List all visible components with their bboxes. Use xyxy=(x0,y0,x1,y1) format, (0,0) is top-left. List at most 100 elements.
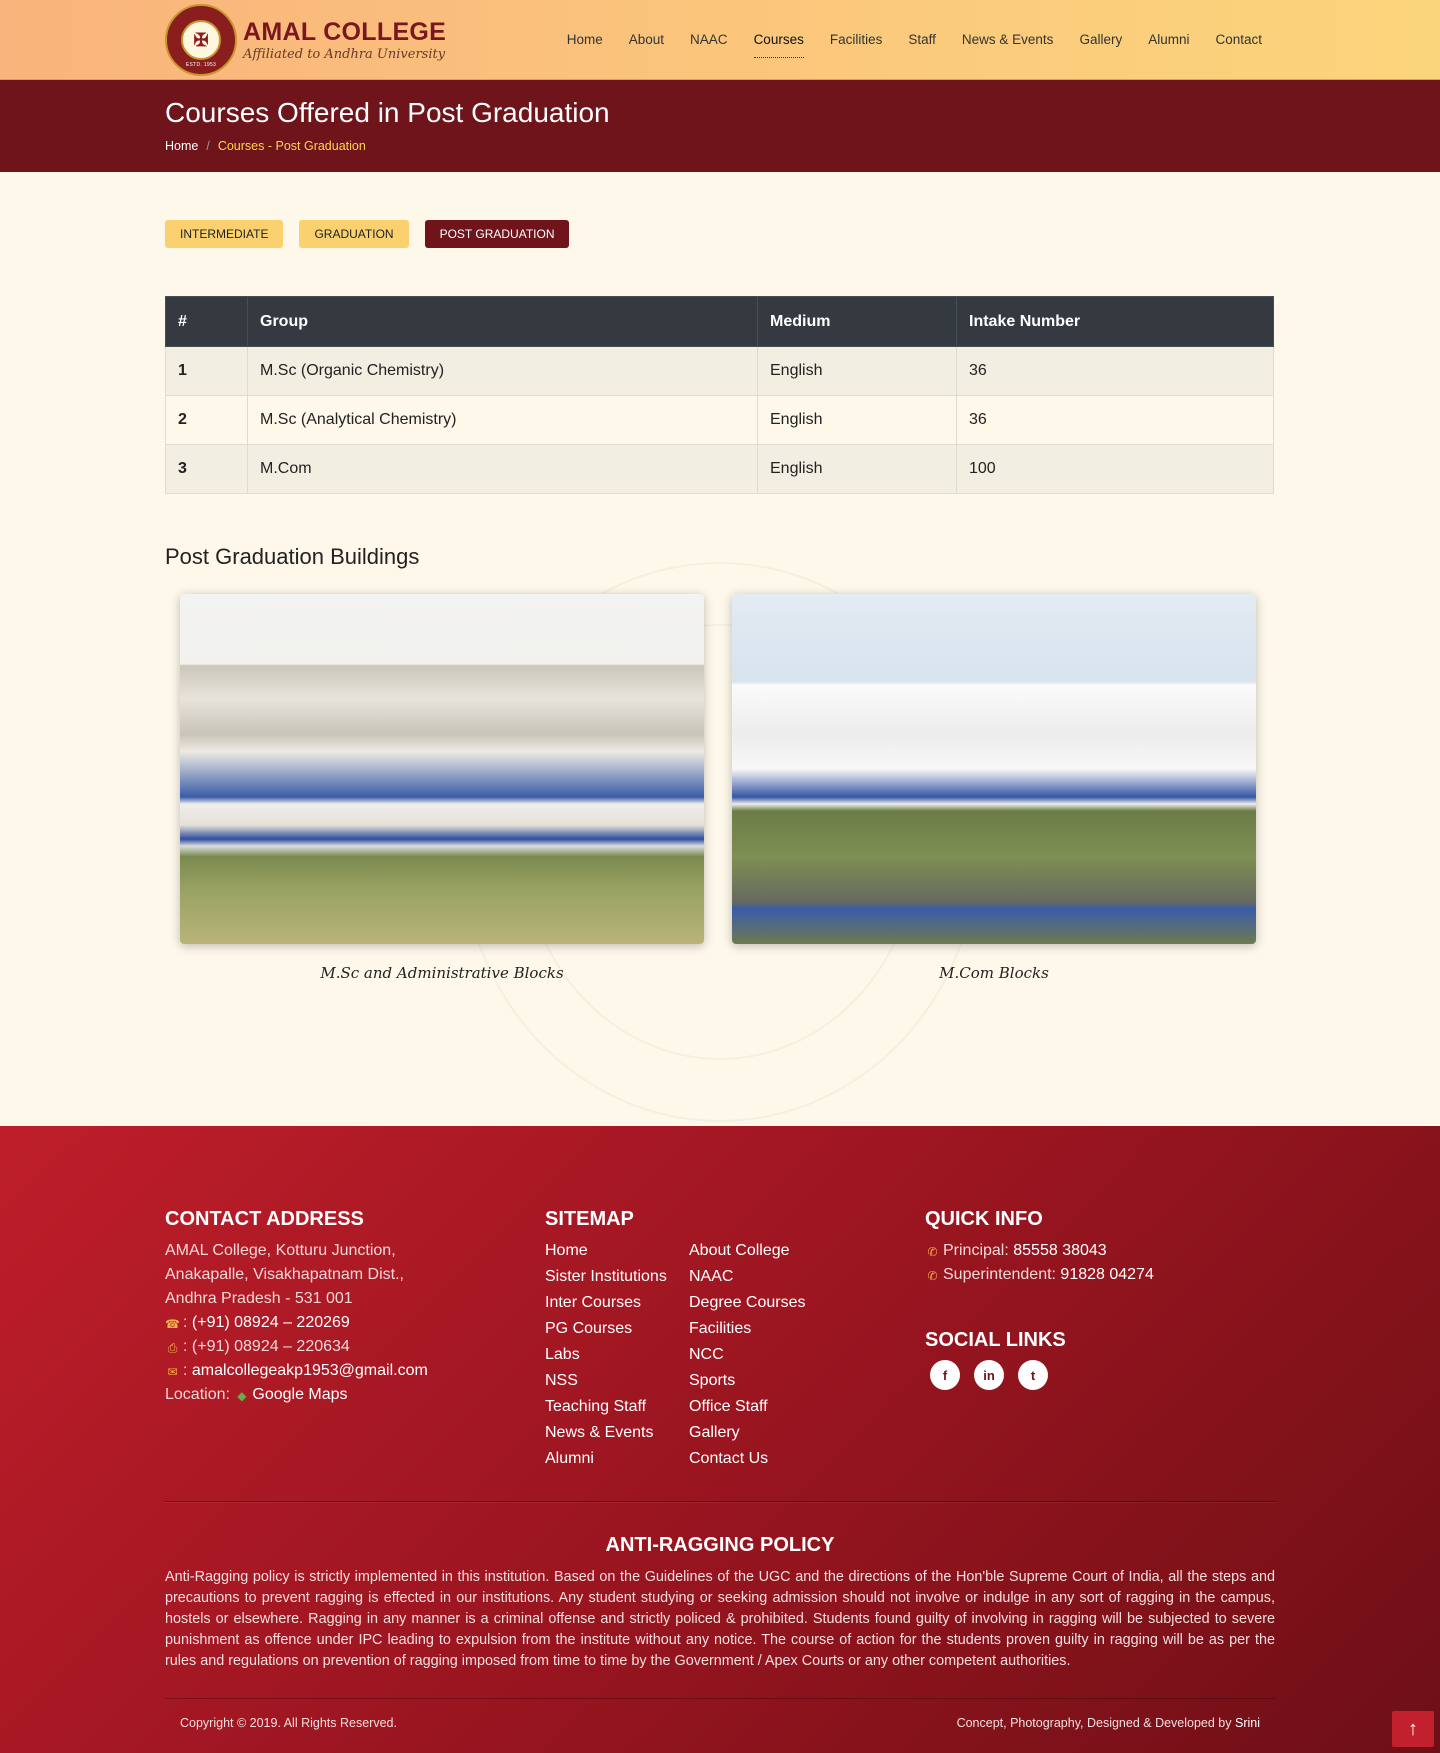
college-logo[interactable]: ✠ ESTD. 1953 xyxy=(165,4,237,76)
column-header-group: Group xyxy=(247,296,758,347)
linkedin-icon[interactable]: in xyxy=(974,1360,1004,1390)
nav-news-events[interactable]: News & Events xyxy=(949,0,1067,80)
buildings-gallery: M.Sc and Administrative Blocks M.Com Blo… xyxy=(165,594,1275,982)
fax-label: : xyxy=(183,1338,192,1355)
cell-number: 2 xyxy=(165,395,248,445)
page-title-bar: Courses Offered in Post Graduation Home … xyxy=(0,80,1440,172)
breadcrumb-home[interactable]: Home xyxy=(165,139,198,153)
anti-ragging-title: ANTI-RAGGING POLICY xyxy=(605,1534,835,1556)
nav-alumni[interactable]: Alumni xyxy=(1135,0,1202,80)
nav-home[interactable]: Home xyxy=(554,0,616,80)
brand[interactable]: ✠ ESTD. 1953 AMAL COLLEGE Affiliated to … xyxy=(165,4,446,76)
cell-number: 1 xyxy=(165,346,248,396)
footer-bottom-bar: Copyright © 2019. All Rights Reserved. C… xyxy=(165,1699,1275,1730)
sitemap-link-pg-courses[interactable]: PG Courses xyxy=(545,1317,689,1341)
twitter-icon[interactable]: t xyxy=(1018,1360,1048,1390)
facebook-icon[interactable]: f xyxy=(930,1360,960,1390)
location-line: Location: ◆ Google Maps xyxy=(165,1383,545,1407)
email-line: ✉: amalcollegeakp1953@gmail.com xyxy=(165,1359,545,1383)
scroll-to-top-button[interactable]: ↑ xyxy=(1392,1711,1434,1747)
photo-caption: M.Sc and Administrative Blocks xyxy=(320,964,564,982)
sitemap-link-sports[interactable]: Sports xyxy=(689,1369,839,1393)
sitemap-link-home[interactable]: Home xyxy=(545,1239,689,1263)
quick-info-title: QUICK INFO xyxy=(925,1208,1043,1230)
sitemap-link-facilities[interactable]: Facilities xyxy=(689,1317,839,1341)
credit-author-link[interactable]: Srini xyxy=(1235,1716,1260,1730)
sitemap-link-labs[interactable]: Labs xyxy=(545,1343,689,1367)
phone-icon: ✆ xyxy=(927,1269,938,1283)
msc-admin-blocks-photo[interactable] xyxy=(180,594,704,944)
cell-group: M.Sc (Analytical Chemistry) xyxy=(247,395,758,445)
sitemap-link-about-college[interactable]: About College xyxy=(689,1239,839,1263)
principal-phone[interactable]: 85558 38043 xyxy=(1013,1242,1106,1259)
superintendent-phone[interactable]: 91828 04274 xyxy=(1060,1266,1153,1283)
breadcrumb-current: Courses - Post Graduation xyxy=(217,139,366,153)
college-name: AMAL COLLEGE xyxy=(243,18,447,46)
table-row: 1 M.Sc (Organic Chemistry) English 36 xyxy=(165,346,1274,396)
location-label: Location: xyxy=(165,1386,235,1403)
cell-number: 3 xyxy=(165,444,248,494)
sitemap-link-office-staff[interactable]: Office Staff xyxy=(689,1395,839,1419)
gallery-item: M.Com Blocks xyxy=(732,594,1256,982)
nav-facilities[interactable]: Facilities xyxy=(817,0,896,80)
sitemap-link-nss[interactable]: NSS xyxy=(545,1369,689,1393)
phone-line: ☎: (+91) 08924 – 220269 xyxy=(165,1311,545,1335)
sitemap-column: SITEMAP Home About College Sister Instit… xyxy=(545,1208,925,1471)
phone-icon: ☎ xyxy=(165,1317,180,1331)
phone-label: : xyxy=(183,1314,192,1331)
google-maps-link[interactable]: Google Maps xyxy=(252,1386,347,1403)
table-row: 3 M.Com English 100 xyxy=(165,444,1274,494)
nav-gallery[interactable]: Gallery xyxy=(1066,0,1135,80)
cell-group: M.Com xyxy=(247,444,758,494)
fax-line: ⎙: (+91) 08924 – 220634 xyxy=(165,1335,545,1359)
phone-number[interactable]: (+91) 08924 – 220269 xyxy=(192,1314,350,1331)
email-link[interactable]: amalcollegeakp1953@gmail.com xyxy=(192,1362,428,1379)
cell-intake: 36 xyxy=(956,346,1274,396)
sitemap-link-inter-courses[interactable]: Inter Courses xyxy=(545,1291,689,1315)
sitemap-link-sister-institutions[interactable]: Sister Institutions xyxy=(545,1265,689,1289)
photo-caption: M.Com Blocks xyxy=(939,964,1049,982)
cell-medium: English xyxy=(757,346,957,396)
buildings-section-title: Post Graduation Buildings xyxy=(165,544,420,569)
tab-intermediate[interactable]: INTERMEDIATE xyxy=(165,220,284,248)
sitemap-link-news-events[interactable]: News & Events xyxy=(545,1421,689,1445)
email-label: : xyxy=(183,1362,192,1379)
contact-address-title: CONTACT ADDRESS xyxy=(165,1208,364,1230)
column-header-intake: Intake Number xyxy=(956,296,1274,347)
credit-prefix: Concept, Photography, Designed & Develop… xyxy=(956,1716,1235,1730)
principal-phone-line: ✆ Principal: 85558 38043 xyxy=(925,1239,1275,1263)
column-header-medium: Medium xyxy=(757,296,957,347)
anti-ragging-text: Anti-Ragging policy is strictly implemen… xyxy=(165,1569,1275,1669)
logo-emblem-icon: ✠ xyxy=(181,20,221,60)
table-header-row: # Group Medium Intake Number xyxy=(165,296,1274,347)
google-maps-icon: ◆ xyxy=(237,1389,247,1403)
cell-medium: English xyxy=(757,395,957,445)
nav-naac[interactable]: NAAC xyxy=(677,0,741,80)
social-links-title: SOCIAL LINKS xyxy=(925,1329,1066,1351)
college-affiliation: Affiliated to Andhra University xyxy=(243,47,446,62)
nav-courses[interactable]: Courses xyxy=(741,0,817,80)
cell-group: M.Sc (Organic Chemistry) xyxy=(247,346,758,396)
nav-about[interactable]: About xyxy=(616,0,677,80)
gallery-item: M.Sc and Administrative Blocks xyxy=(180,594,704,982)
mcom-blocks-photo[interactable] xyxy=(732,594,1256,944)
site-header: ✠ ESTD. 1953 AMAL COLLEGE Affiliated to … xyxy=(0,0,1440,80)
sitemap-link-naac[interactable]: NAAC xyxy=(689,1265,839,1289)
sitemap-link-contact-us[interactable]: Contact Us xyxy=(689,1447,839,1471)
sitemap-link-teaching-staff[interactable]: Teaching Staff xyxy=(545,1395,689,1419)
fax-number: (+91) 08924 – 220634 xyxy=(191,1338,350,1355)
sitemap-link-alumni[interactable]: Alumni xyxy=(545,1447,689,1471)
breadcrumb-separator: / xyxy=(206,139,210,153)
logo-estd: ESTD. 1953 xyxy=(185,62,217,68)
tab-post-graduation[interactable]: POST GRADUATION xyxy=(424,220,570,248)
breadcrumb: Home / Courses - Post Graduation xyxy=(165,139,1275,153)
sitemap-link-degree-courses[interactable]: Degree Courses xyxy=(689,1291,839,1315)
nav-contact[interactable]: Contact xyxy=(1202,0,1275,80)
tab-graduation[interactable]: GRADUATION xyxy=(299,220,409,248)
sitemap-link-ncc[interactable]: NCC xyxy=(689,1343,839,1367)
email-icon: ✉ xyxy=(167,1365,178,1379)
main-content: INTERMEDIATE GRADUATION POST GRADUATION … xyxy=(0,172,1440,1125)
arrow-up-icon: ↑ xyxy=(1408,1717,1418,1740)
nav-staff[interactable]: Staff xyxy=(895,0,949,80)
sitemap-link-gallery[interactable]: Gallery xyxy=(689,1421,839,1445)
